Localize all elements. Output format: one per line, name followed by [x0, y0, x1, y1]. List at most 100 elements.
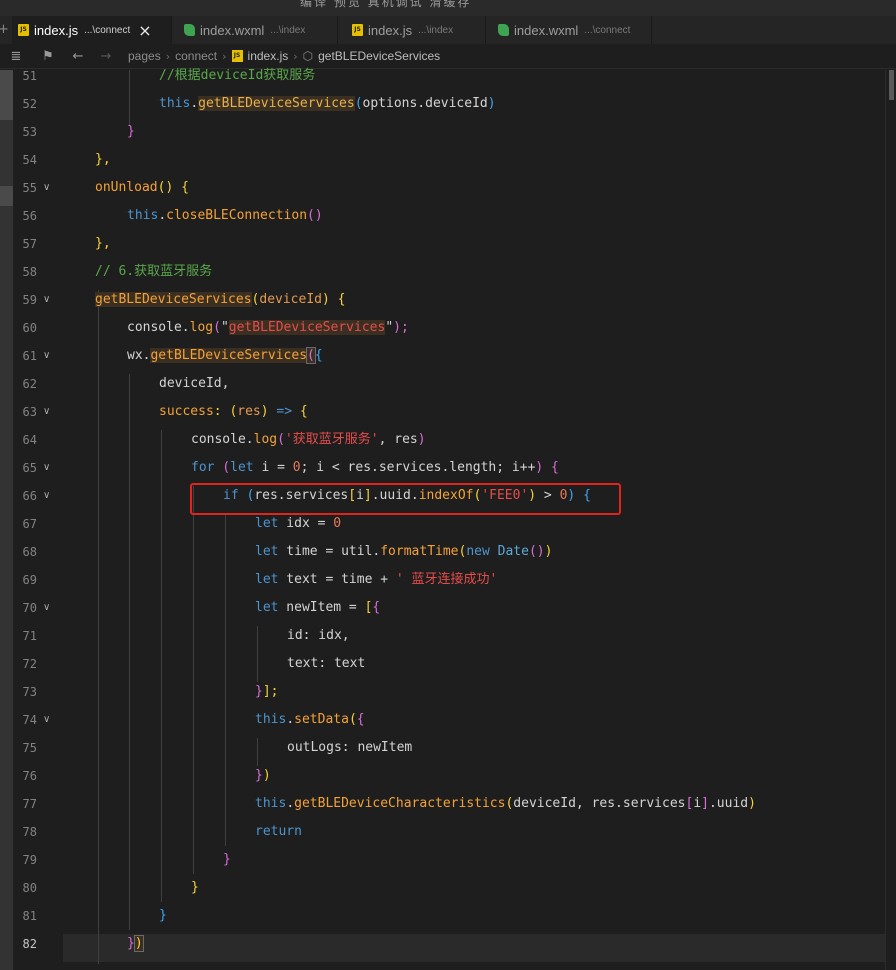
tab-path: ...\connect [84, 24, 131, 36]
fold-chevron-icon[interactable]: ∨ [43, 706, 50, 734]
fold-chevron-icon[interactable]: ∨ [43, 342, 50, 370]
code-token: idx = [278, 516, 334, 531]
code-line[interactable]: }) [63, 762, 271, 790]
code-line[interactable]: }, [63, 146, 111, 174]
code-token: setData [294, 712, 349, 727]
code-token: onUnload [95, 180, 158, 195]
code-token: console [191, 432, 246, 447]
line-number: 73 [22, 685, 37, 699]
code-line[interactable]: let text = time + ' 蓝牙连接成功' [63, 566, 497, 594]
tab-path: ...\index [418, 24, 454, 36]
bookmark-icon[interactable]: ⚑ [36, 49, 60, 64]
line-number: 60 [22, 321, 37, 335]
code-token: ) [487, 96, 496, 111]
code-line[interactable]: id: idx, [63, 622, 350, 650]
code-token: let [230, 460, 254, 475]
fold-chevron-icon[interactable]: ∨ [43, 594, 50, 622]
breadcrumb-pages[interactable]: pages [128, 49, 161, 63]
editor-left-strip [0, 70, 13, 970]
code-line[interactable]: wx.getBLEDeviceServices({ [63, 342, 323, 370]
code-line[interactable]: //根据deviceId获取服务 [63, 62, 315, 90]
code-token: ) [417, 432, 426, 447]
code-line[interactable]: }, [63, 230, 111, 258]
code-token: 0 [292, 460, 301, 475]
code-line[interactable]: return [63, 818, 302, 846]
code-line[interactable]: this.closeBLEConnection() [63, 202, 323, 230]
code-line[interactable]: this.getBLEDeviceServices(options.device… [63, 90, 496, 118]
code-token: let [255, 572, 279, 587]
line-number: 72 [22, 657, 37, 671]
scrollbar-thumb[interactable] [889, 70, 894, 100]
code-token: deviceId [259, 292, 322, 307]
code-token: ]; [262, 684, 279, 699]
code-token: { [314, 348, 323, 363]
tab-index-js-connect[interactable]: JS index.js ...\connect × [12, 16, 172, 44]
code-token: getBLEDeviceServices [95, 292, 252, 307]
tab-index-js-index[interactable]: JS index.js ...\index [346, 16, 486, 44]
tab-index-wxml-index[interactable]: index.wxml ...\index [178, 16, 338, 44]
line-number: 57 [22, 237, 37, 251]
fold-chevron-icon[interactable]: ∨ [43, 482, 50, 510]
code-token: } [255, 684, 263, 699]
code-line[interactable]: success: (res) => { [63, 398, 308, 426]
wxml-file-icon [498, 24, 509, 36]
vertical-scrollbar[interactable] [885, 70, 896, 970]
code-token: i = [253, 460, 293, 475]
code-line[interactable]: } [63, 118, 135, 146]
code-line[interactable]: }]; [63, 678, 278, 706]
code-token: () [307, 208, 323, 223]
code-token: . [286, 712, 295, 727]
code-line[interactable]: outLogs: newItem [63, 734, 412, 762]
code-line[interactable]: } [63, 902, 167, 930]
code-token: => [276, 404, 293, 419]
line-number: 59 [22, 293, 37, 307]
plus-icon[interactable]: + [0, 22, 9, 37]
code-token: id [287, 628, 303, 643]
toolbar-labels[interactable]: 编译 预览 真机调试 清缓存 [300, 0, 471, 10]
breadcrumb-file[interactable]: index.js [248, 49, 289, 63]
code-line[interactable]: onUnload() { [63, 174, 189, 202]
code-line[interactable]: text: text [63, 650, 365, 678]
code-line[interactable]: }) [63, 930, 144, 958]
line-number: 78 [22, 825, 37, 839]
code-line[interactable]: // 6.获取蓝牙服务 [63, 258, 212, 286]
code-editor[interactable]: 51 52 53 54 55 ∨ 56 57 58 59 ∨ 60 61 ∨ 62 63 ∨ 64 65 ∨ 66 ∨ 67… [0, 68, 896, 970]
tab-index-wxml-connect[interactable]: index.wxml ...\connect [492, 16, 652, 44]
code-token: ); [393, 320, 409, 335]
code-line[interactable]: this.getBLEDeviceCharacteristics(deviceI… [63, 790, 756, 818]
code-token: : idx, [302, 628, 350, 643]
line-number: 70 [22, 601, 37, 615]
code-line[interactable]: let time = util.formatTime(new Date()) [63, 538, 552, 566]
title-bar: 编译 预览 真机调试 清缓存 [0, 0, 896, 16]
code-token: //根据deviceId获取服务 [159, 68, 316, 83]
code-line[interactable]: deviceId, [63, 370, 229, 398]
code-token: . [286, 796, 295, 811]
code-line[interactable]: console.log("getBLEDeviceServices"); [63, 314, 409, 342]
fold-chevron-icon[interactable]: ∨ [43, 174, 50, 202]
close-icon[interactable]: × [138, 21, 151, 40]
current-line-highlight [63, 934, 885, 962]
code-line[interactable]: console.log('获取蓝牙服务', res) [63, 426, 426, 454]
breadcrumb-separator: › [165, 49, 171, 63]
code-token: ) [262, 768, 271, 783]
code-token: outLogs [287, 740, 342, 755]
line-number: 69 [22, 573, 37, 587]
code-token: this [255, 712, 287, 727]
code-line[interactable]: this.setData({ [63, 706, 365, 734]
fold-chevron-icon[interactable]: ∨ [43, 454, 50, 482]
tab-label: index.js [368, 22, 413, 38]
code-token: : ( [213, 404, 238, 419]
fold-chevron-icon[interactable]: ∨ [43, 286, 50, 314]
code-token: } [255, 768, 263, 783]
code-line[interactable]: } [63, 874, 199, 902]
code-line[interactable]: getBLEDeviceServices(deviceId) { [63, 286, 345, 314]
line-number: 76 [22, 769, 37, 783]
code-line[interactable]: } [63, 846, 231, 874]
fold-chevron-icon[interactable]: ∨ [43, 398, 50, 426]
code-token: this [159, 96, 191, 111]
breadcrumb-connect[interactable]: connect [175, 49, 217, 63]
code-line[interactable]: let newItem = [{ [63, 594, 380, 622]
code-line[interactable]: for (let i = 0; i < res.services.length;… [63, 454, 559, 482]
annotation-highlight-box [190, 483, 621, 515]
breadcrumb-symbol[interactable]: getBLEDeviceServices [318, 49, 440, 63]
